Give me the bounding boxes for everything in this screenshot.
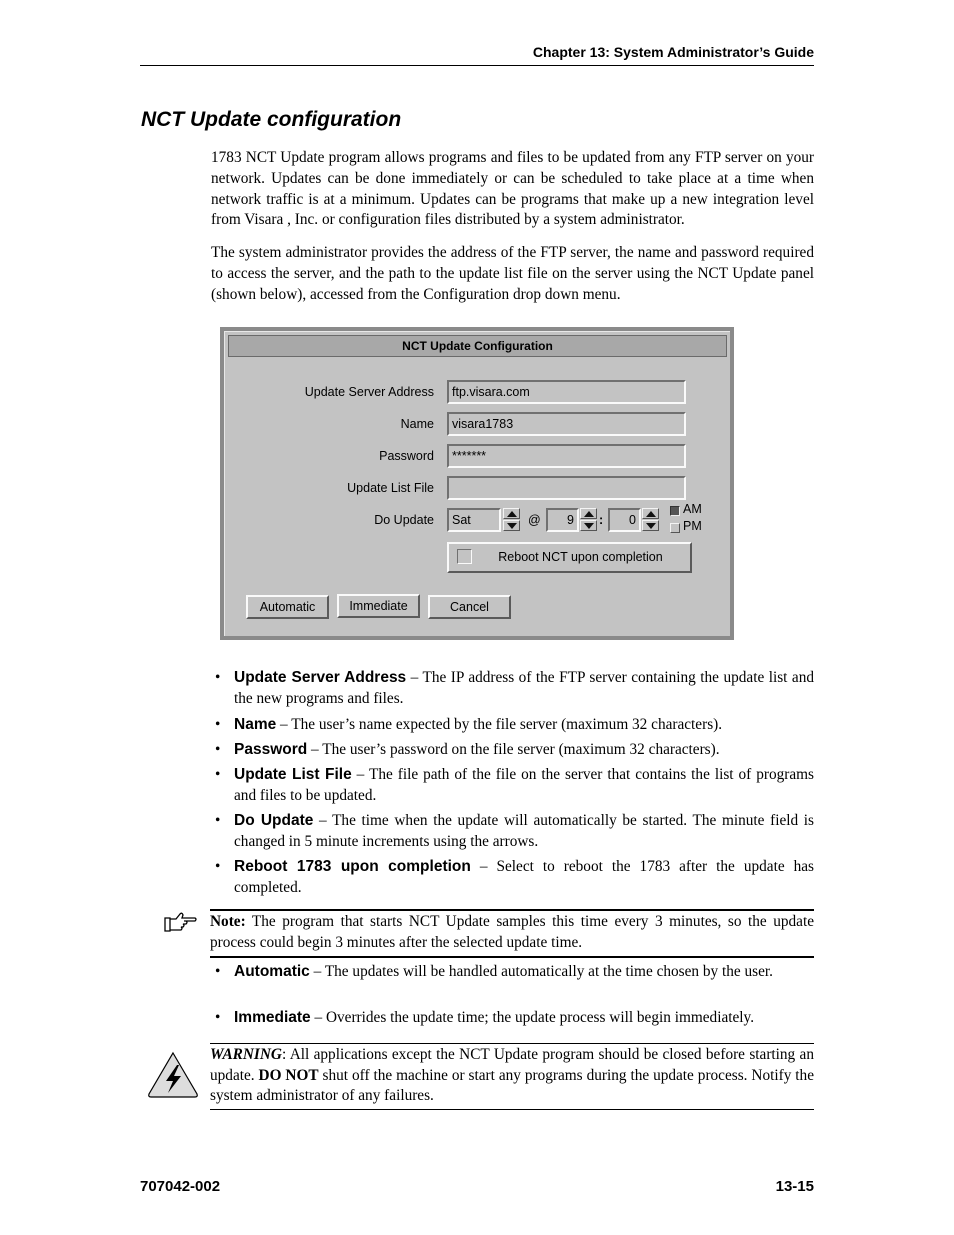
arrow-down-icon (584, 523, 594, 529)
section-title: NCT Update configuration (141, 108, 402, 131)
note-text: The program that starts NCT Update sampl… (210, 913, 814, 951)
bullet-marker: • (215, 741, 221, 758)
automatic-button[interactable]: Automatic (246, 595, 329, 619)
bullet-item: • Name – The user’s name expected by the… (211, 714, 814, 735)
document-number: 707042-002 (140, 1178, 221, 1195)
warning-emphasis: DO NOT (258, 1066, 319, 1084)
update-list-file-input[interactable] (447, 476, 686, 500)
hour-up-arrow[interactable] (580, 508, 597, 519)
warning-lightning-icon (148, 1051, 198, 1098)
bullet-desc: – The user’s password on the file server… (307, 741, 720, 758)
server-address-input[interactable]: ftp.visara.com (447, 380, 686, 404)
bullet-item: • Do Update – The time when the update w… (211, 810, 814, 852)
bullet-marker: • (215, 669, 221, 686)
at-symbol: @ (528, 513, 541, 527)
bullet-item: • Update List File – The file path of th… (211, 764, 814, 806)
password-input[interactable]: ******* (447, 444, 686, 468)
bullet-term: Name (234, 716, 277, 733)
warning-label: WARNING (210, 1046, 282, 1063)
bullet-term: Password (234, 741, 308, 758)
note-label: Note: (210, 913, 246, 930)
update-list-file-label: Update List File (347, 481, 434, 495)
bullet-item: • Automatic – The updates will be handle… (211, 961, 814, 982)
day-field[interactable]: Sat (447, 508, 501, 532)
bullet-desc: – The user’s name expected by the file s… (276, 716, 723, 733)
bullet-term: Do Update (234, 812, 314, 829)
minute-down-arrow[interactable] (642, 520, 659, 531)
time-colon: : (599, 513, 604, 527)
bullet-item: • Reboot 1783 upon completion – Select t… (211, 856, 814, 898)
hour-down-arrow[interactable] (580, 520, 597, 531)
bullet-term: Automatic (234, 963, 310, 980)
bullet-marker: • (215, 963, 221, 980)
dialog-body: NCT Update Configuration Update Server A… (224, 331, 730, 636)
bullet-item: • Password – The user’s password on the … (211, 739, 814, 760)
day-spinner[interactable] (503, 508, 520, 532)
immediate-button[interactable]: Immediate (337, 594, 420, 618)
page-header: Chapter 13: System Administrator’s Guide (140, 42, 814, 66)
minute-up-arrow[interactable] (642, 508, 659, 519)
do-update-label: Do Update (374, 513, 434, 527)
bullet-term: Update Server Address (234, 669, 407, 686)
warning-box: WARNING: All applications except the NCT… (210, 1043, 814, 1110)
bullet-desc: – The updates will be handled automatica… (309, 963, 773, 980)
day-up-arrow[interactable] (503, 508, 520, 519)
arrow-up-icon (584, 511, 594, 517)
admin-paragraph: The system administrator provides the ad… (211, 244, 814, 303)
bullet-marker: • (215, 1009, 221, 1026)
page-number: 13-15 (775, 1178, 814, 1195)
name-input[interactable]: visara1783 (447, 412, 686, 436)
bullet-item: • Update Server Address – The IP address… (211, 667, 814, 709)
note-box: Note: The program that starts NCT Update… (210, 909, 814, 958)
reboot-label: Reboot NCT upon completion (498, 550, 663, 564)
server-address-label: Update Server Address (304, 385, 434, 399)
bullet-item: • Immediate – Overrides the update time;… (211, 1007, 814, 1028)
pointing-hand-icon (164, 912, 197, 932)
day-down-arrow[interactable] (503, 520, 520, 531)
minute-spinner[interactable] (642, 508, 659, 532)
bullet-term: Reboot 1783 upon completion (234, 858, 471, 875)
bullet-marker: • (215, 716, 221, 733)
name-label: Name (400, 417, 434, 431)
intro-paragraph: 1783 NCT Update program allows programs … (211, 149, 814, 229)
bullet-desc: – The time when the update will automati… (234, 812, 815, 850)
bullet-term: Immediate (234, 1009, 311, 1026)
dialog-title: NCT Update Configuration (228, 335, 727, 357)
am-label: AM (683, 502, 702, 516)
password-label: Password (379, 449, 434, 463)
pm-label: PM (683, 519, 702, 533)
cancel-button[interactable]: Cancel (428, 595, 511, 619)
minute-field[interactable]: 0 (608, 508, 641, 532)
reboot-checkbox-toggle[interactable]: Reboot NCT upon completion (447, 542, 692, 573)
bullet-desc: – Overrides the update time; the update … (310, 1009, 755, 1026)
bullet-marker: • (215, 766, 221, 783)
reboot-checkbox[interactable] (457, 549, 472, 564)
bullet-term: Update List File (234, 766, 352, 783)
am-radio[interactable] (670, 506, 680, 516)
arrow-down-icon (507, 523, 517, 529)
arrow-up-icon (646, 511, 656, 517)
pm-radio[interactable] (670, 523, 680, 533)
bullet-marker: • (215, 858, 221, 875)
nct-update-dialog: NCT Update Configuration Update Server A… (220, 327, 734, 640)
bullet-marker: • (215, 812, 221, 829)
chapter-title: Chapter 13: System Administrator’s Guide (532, 44, 814, 60)
arrow-down-icon (646, 523, 656, 529)
arrow-up-icon (507, 511, 517, 517)
hour-spinner[interactable] (580, 508, 597, 532)
hour-field[interactable]: 9 (546, 508, 579, 532)
